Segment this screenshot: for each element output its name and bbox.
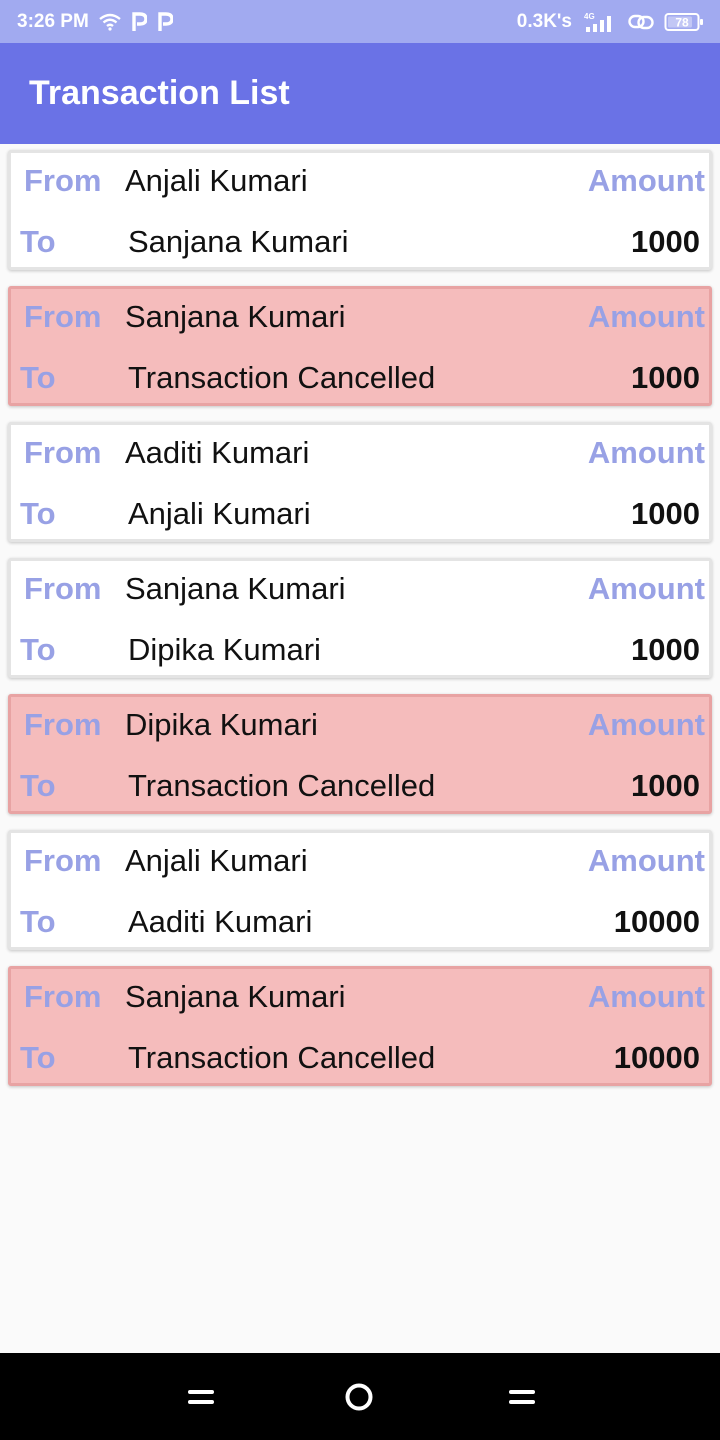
to-label: To bbox=[20, 496, 56, 531]
to-label: To bbox=[20, 904, 56, 939]
to-value: Sanjana Kumari bbox=[128, 224, 349, 259]
from-value: Sanjana Kumari bbox=[125, 979, 346, 1014]
back-icon bbox=[509, 1390, 535, 1404]
amount-label: Amount bbox=[587, 571, 705, 606]
p-app-icon bbox=[131, 11, 147, 32]
transaction-card[interactable]: From Anjali Kumari Amount To Sanjana Kum… bbox=[8, 150, 712, 270]
signal-icon: 4G bbox=[582, 11, 618, 33]
network-type-label: 4G bbox=[584, 12, 595, 21]
amount-label: Amount bbox=[587, 299, 705, 334]
app-bar: Transaction List bbox=[0, 43, 720, 144]
to-value: Aaditi Kumari bbox=[128, 904, 313, 939]
to-value: Transaction Cancelled bbox=[128, 360, 436, 395]
to-value: Anjali Kumari bbox=[128, 496, 311, 531]
from-value: Sanjana Kumari bbox=[125, 571, 346, 606]
amount-label: Amount bbox=[587, 163, 705, 198]
from-label: From bbox=[24, 707, 102, 742]
amount-value: 10000 bbox=[613, 904, 700, 939]
to-label: To bbox=[20, 632, 56, 667]
to-value: Dipika Kumari bbox=[128, 632, 321, 667]
link-icon bbox=[628, 13, 654, 31]
menu-button[interactable] bbox=[181, 1383, 221, 1411]
wifi-icon bbox=[99, 13, 121, 31]
battery-icon: 78 bbox=[664, 12, 704, 32]
home-button[interactable] bbox=[339, 1383, 379, 1411]
amount-value: 1000 bbox=[631, 360, 700, 395]
from-label: From bbox=[24, 843, 102, 878]
status-left: 3:26 PM bbox=[17, 11, 173, 33]
transaction-card[interactable]: From Sanjana Kumari Amount To Dipika Kum… bbox=[8, 558, 712, 678]
menu-icon bbox=[188, 1390, 214, 1404]
status-time: 3:26 PM bbox=[17, 10, 89, 32]
from-value: Aaditi Kumari bbox=[125, 435, 310, 470]
amount-label: Amount bbox=[587, 707, 705, 742]
back-button[interactable] bbox=[502, 1383, 542, 1411]
page-title: Transaction List bbox=[29, 74, 290, 112]
to-label: To bbox=[20, 768, 56, 803]
p-app-icon bbox=[157, 11, 173, 32]
from-value: Sanjana Kumari bbox=[125, 299, 346, 334]
amount-value: 1000 bbox=[631, 768, 700, 803]
from-label: From bbox=[24, 979, 102, 1014]
to-label: To bbox=[20, 1040, 56, 1075]
battery-level: 78 bbox=[675, 15, 689, 29]
from-label: From bbox=[24, 299, 102, 334]
network-speed: 0.3K's bbox=[516, 10, 572, 32]
transaction-card-cancelled[interactable]: From Sanjana Kumari Amount To Transactio… bbox=[8, 286, 712, 406]
from-value: Dipika Kumari bbox=[125, 707, 318, 742]
amount-label: Amount bbox=[587, 843, 705, 878]
transaction-card-cancelled[interactable]: From Dipika Kumari Amount To Transaction… bbox=[8, 694, 712, 814]
to-value: Transaction Cancelled bbox=[128, 1040, 436, 1075]
from-value: Anjali Kumari bbox=[125, 163, 308, 198]
to-label: To bbox=[20, 224, 56, 259]
from-label: From bbox=[24, 163, 102, 198]
status-bar: 3:26 PM 0.3K's 4G 78 bbox=[0, 0, 720, 43]
status-right: 0.3K's 4G 78 bbox=[517, 11, 704, 33]
transaction-card[interactable]: From Aaditi Kumari Amount To Anjali Kuma… bbox=[8, 422, 712, 542]
amount-label: Amount bbox=[587, 979, 705, 1014]
home-icon bbox=[345, 1383, 373, 1411]
from-label: From bbox=[24, 435, 102, 470]
amount-value: 1000 bbox=[631, 496, 700, 531]
from-label: From bbox=[24, 571, 102, 606]
amount-value: 1000 bbox=[631, 224, 700, 259]
amount-value: 10000 bbox=[613, 1040, 700, 1075]
navigation-bar bbox=[0, 1353, 720, 1440]
amount-value: 1000 bbox=[631, 632, 700, 667]
amount-label: Amount bbox=[587, 435, 705, 470]
to-value: Transaction Cancelled bbox=[128, 768, 436, 803]
from-value: Anjali Kumari bbox=[125, 843, 308, 878]
transaction-card-cancelled[interactable]: From Sanjana Kumari Amount To Transactio… bbox=[8, 966, 712, 1086]
to-label: To bbox=[20, 360, 56, 395]
transaction-card[interactable]: From Anjali Kumari Amount To Aaditi Kuma… bbox=[8, 830, 712, 950]
